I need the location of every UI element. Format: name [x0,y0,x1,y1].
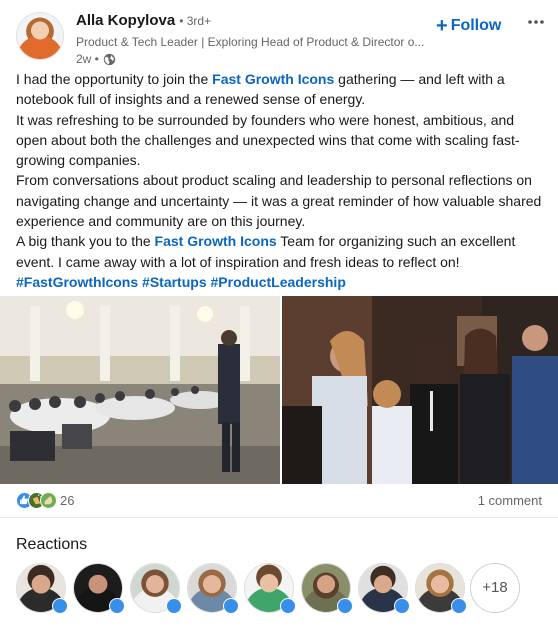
author-name-row: Alla Kopylova • 3rd+ [76,12,436,32]
reactor-avatar[interactable] [130,563,182,614]
post-body: I had the opportunity to join the Fast G… [16,69,546,292]
follow-button[interactable]: + Follow [436,14,501,38]
like-badge-icon [52,598,68,614]
follow-label: Follow [450,17,502,34]
hashtag-link[interactable]: #Startups [142,274,207,290]
feed-post-card: Alla Kopylova • 3rd+ Product & Tech Lead… [0,0,558,629]
reactor-avatar[interactable] [301,563,353,614]
reactor-avatar[interactable] [73,563,125,614]
author-avatar[interactable] [16,12,64,60]
like-badge-icon [337,598,353,614]
networking-photo[interactable] [282,296,558,484]
post-header: Alla Kopylova • 3rd+ Product & Tech Lead… [16,12,544,67]
post-time: 2w • [76,52,99,66]
connection-degree: • 3rd+ [179,14,212,28]
reactor-avatar[interactable] [244,563,296,614]
reactors-list: +18 [16,563,526,619]
like-badge-icon [451,598,467,614]
like-badge-icon [223,598,239,614]
author-headline[interactable]: Product & Tech Leader | Exploring Head o… [76,34,436,50]
author-info: Alla Kopylova • 3rd+ Product & Tech Lead… [76,12,436,67]
more-reactors-button[interactable]: +18 [470,563,520,613]
author-name[interactable]: Alla Kopylova [76,12,175,29]
like-badge-icon [280,598,296,614]
post-meta: 2w • [76,51,436,67]
reaction-icons[interactable] [16,492,58,510]
more-icon[interactable] [524,12,548,36]
hashtag-link[interactable]: #FastGrowthIcons [16,274,138,290]
p4-text-before: A big thank you to the [16,233,155,250]
hashtag-link[interactable]: #ProductLeadership [211,274,346,290]
like-badge-icon [394,598,410,614]
company-link-2[interactable]: Fast Growth Icons [155,233,277,249]
p1-text-before: I had the opportunity to join the [16,71,213,87]
reaction-count[interactable]: 26 [60,493,74,508]
conference-hall-photo[interactable] [0,296,280,484]
company-link-1[interactable]: Fast Growth Icons [212,71,334,87]
post-paragraph-3: From conversations about product scaling… [16,172,542,230]
hashtag-row: #FastGrowthIcons #Startups #ProductLeade… [16,272,546,292]
support-icon [40,492,57,509]
post-paragraph-2: It was refreshing to be surrounded by fo… [16,111,520,169]
post-paragraph-4: A big thank you to the Fast Growth Icons… [16,231,546,272]
like-badge-icon [109,598,125,614]
social-counts: 26 1 comment [16,490,542,512]
divider [0,517,558,518]
post-paragraph-1: I had the opportunity to join the Fast G… [16,69,546,110]
reactor-avatar[interactable] [187,563,239,614]
reactor-avatar[interactable] [358,563,410,614]
plus-icon: + [436,15,448,37]
reactor-avatar[interactable] [16,563,68,614]
reactor-avatar[interactable] [415,563,467,614]
reactions-title: Reactions [16,536,88,553]
globe-icon [103,53,116,65]
comments-count[interactable]: 1 comment [478,493,542,508]
post-images [0,296,558,484]
like-badge-icon [166,598,182,614]
